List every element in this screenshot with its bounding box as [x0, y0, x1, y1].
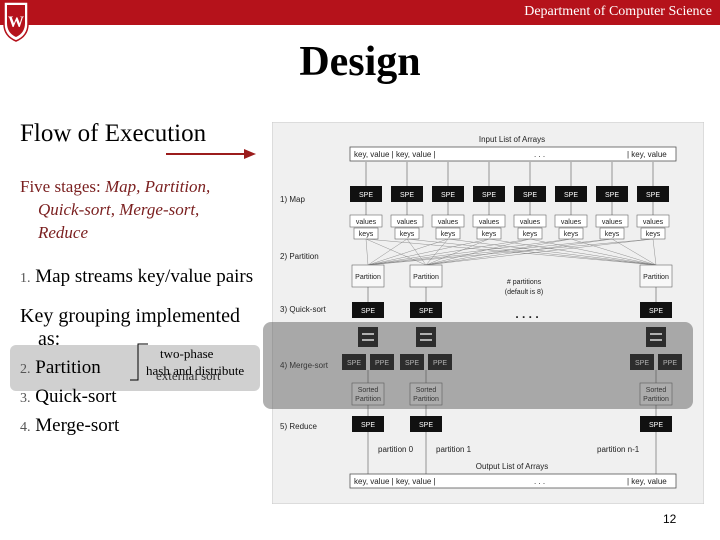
values-label: values	[438, 219, 459, 226]
arrow-right-icon	[166, 149, 256, 159]
map-spe-label: SPE	[523, 192, 537, 199]
execution-flow-diagram: Input List of Arrays key, value | key, va…	[272, 122, 704, 504]
input-list-dots: . . .	[534, 150, 545, 159]
values-label: values	[561, 219, 582, 226]
output-list-dots: . . .	[534, 477, 545, 486]
annotation-external-sort: external sort	[156, 368, 221, 383]
stages-list-line3: Reduce	[38, 223, 89, 242]
slide-title: Design	[299, 39, 421, 85]
values-label: values	[479, 219, 500, 226]
step-2-text: Partition	[35, 357, 101, 378]
map-spe-label: SPE	[482, 192, 496, 199]
map-spe-label: SPE	[605, 192, 619, 199]
partition-1-label: partition 1	[436, 445, 472, 454]
partition-label: Partition	[413, 274, 439, 281]
key-grouping-line1: Key grouping implemented	[20, 305, 240, 327]
stages-intro: Five stages:	[20, 177, 101, 196]
svg-text:W: W	[8, 14, 24, 31]
map-spe-label: SPE	[400, 192, 414, 199]
highlight-box-merge-sort	[263, 322, 693, 409]
partition-n-label: partition n-1	[597, 445, 640, 454]
keys-label: keys	[605, 231, 620, 238]
partition-label: Partition	[643, 274, 669, 281]
step-4-number: 4.	[20, 420, 31, 435]
step-4: 4. Merge-sort	[20, 415, 119, 437]
keys-label: keys	[400, 231, 415, 238]
stages-list-line1: Map, Partition,	[105, 177, 211, 196]
map-spe-label: SPE	[564, 192, 578, 199]
output-list-title: Output List of Arrays	[476, 462, 548, 471]
qs-spe-label: SPE	[649, 308, 663, 315]
map-spe-label: SPE	[646, 192, 660, 199]
annotation-two-phase: two-phase	[160, 346, 214, 361]
step-2-number: 2.	[20, 362, 31, 377]
keys-label: keys	[482, 231, 497, 238]
keys-label: keys	[564, 231, 579, 238]
step-1-number: 1.	[20, 271, 31, 286]
page-number: 12	[663, 512, 677, 526]
values-label: values	[520, 219, 541, 226]
map-spe-label: SPE	[441, 192, 455, 199]
stage-label: 1) Map	[280, 195, 305, 204]
middle-dots: . . . .	[515, 307, 538, 321]
slide-subtitle: Flow of Execution	[20, 120, 207, 147]
values-label: values	[397, 219, 418, 226]
reduce-spe-label: SPE	[649, 422, 663, 429]
map-spe-label: SPE	[359, 192, 373, 199]
step-2: 2. Partition	[20, 357, 101, 379]
step-4-text: Merge-sort	[35, 415, 120, 436]
university-crest-icon: W	[3, 1, 29, 42]
num-partitions-line2: (default is 8)	[505, 289, 544, 296]
reduce-spe-label: SPE	[419, 422, 433, 429]
values-label: values	[602, 219, 623, 226]
values-label: values	[643, 219, 664, 226]
step-3-number: 3.	[20, 391, 31, 406]
partition-0-label: partition 0	[378, 445, 414, 454]
values-label: values	[356, 219, 377, 226]
output-list-right: | key, value	[627, 477, 667, 486]
qs-spe-label: SPE	[419, 308, 433, 315]
stage-label: 5) Reduce	[280, 422, 317, 431]
input-list-right: | key, value	[627, 150, 667, 159]
step-1: 1. Map streams key/value pairs	[20, 266, 253, 288]
partition-label: Partition	[355, 274, 381, 281]
keys-label: keys	[523, 231, 538, 238]
qs-spe-label: SPE	[361, 308, 375, 315]
step-3: 3. Quick-sort	[20, 386, 117, 408]
keys-label: keys	[646, 231, 661, 238]
keys-label: keys	[441, 231, 456, 238]
stage-label: 3) Quick-sort	[280, 305, 327, 314]
department-name: Department of Computer Science	[524, 4, 712, 19]
stages-list-line2: Quick-sort, Merge-sort,	[38, 200, 200, 219]
input-list-left: key, value | key, value |	[354, 150, 436, 159]
step-3-text: Quick-sort	[35, 386, 117, 407]
five-stages-text: Five stages: Map, Partition, Quick-sort,…	[20, 175, 270, 244]
output-list-left: key, value | key, value |	[354, 477, 436, 486]
key-grouping-line2: as:	[38, 328, 61, 350]
keys-label: keys	[359, 231, 374, 238]
step-1-text: Map streams key/value pairs	[35, 266, 254, 287]
reduce-spe-label: SPE	[361, 422, 375, 429]
num-partitions-line1: # partitions	[507, 279, 542, 286]
stage-label: 2) Partition	[280, 252, 319, 261]
input-list-title: Input List of Arrays	[479, 135, 545, 144]
